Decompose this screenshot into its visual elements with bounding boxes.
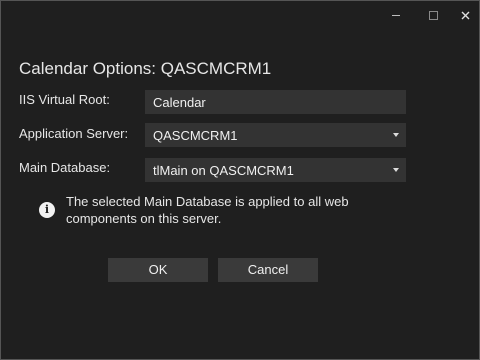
chevron-down-icon (393, 133, 399, 137)
info-message: The selected Main Database is applied to… (66, 194, 349, 226)
dialog-title: Calendar Options: QASCMCRM1 (19, 59, 272, 78)
minimize-button[interactable] (379, 1, 413, 29)
main-database-value: tlMain on QASCMCRM1 (153, 162, 294, 178)
main-database-dropdown[interactable]: tlMain on QASCMCRM1 (145, 158, 406, 182)
cancel-button[interactable]: Cancel (218, 258, 318, 282)
title-bar (1, 1, 479, 29)
minimize-icon (392, 14, 400, 16)
application-server-value: QASCMCRM1 (153, 127, 238, 143)
calendar-options-window: Calendar Options: QASCMCRM1 IIS Virtual … (0, 0, 480, 360)
maximize-button[interactable] (416, 1, 450, 29)
maximize-icon (428, 10, 438, 20)
chevron-down-icon (393, 168, 399, 172)
close-icon (461, 11, 469, 19)
application-server-label: Application Server: (19, 126, 129, 141)
close-button[interactable] (448, 1, 480, 29)
iis-virtual-root-input[interactable] (145, 90, 406, 114)
info-icon: i (39, 202, 55, 218)
main-database-label: Main Database: (19, 160, 111, 175)
iis-virtual-root-label: IIS Virtual Root: (19, 92, 110, 107)
ok-button[interactable]: OK (108, 258, 208, 282)
application-server-dropdown[interactable]: QASCMCRM1 (145, 123, 406, 147)
